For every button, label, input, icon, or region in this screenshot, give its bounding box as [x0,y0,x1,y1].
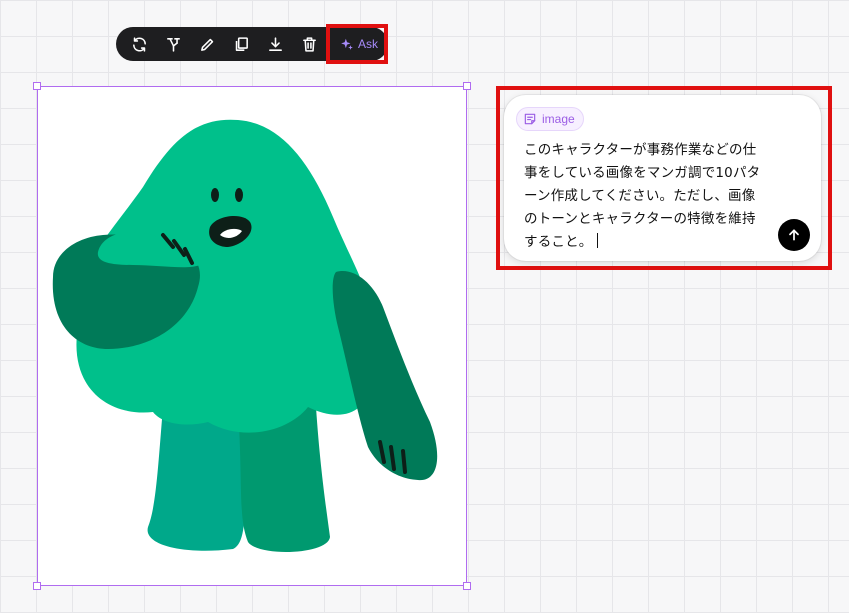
fork-icon [166,37,180,52]
note-icon [524,113,536,125]
resize-handle-br[interactable] [463,582,471,590]
refresh-icon [132,36,146,52]
download-button[interactable] [258,27,292,61]
resize-handle-bl[interactable] [33,582,41,590]
prompt-text: このキャラクターが事務作業などの仕事をしている画像をマンガ調で10パターン作成し… [524,142,761,250]
pencil-icon [200,38,213,51]
prompt-input[interactable]: このキャラクターが事務作業などの仕事をしている画像をマンガ調で10パターン作成し… [524,139,766,254]
character-image [52,119,438,553]
download-icon [268,36,282,51]
text-caret [596,233,598,248]
arrow-up-icon [789,229,799,241]
right-eye [235,188,243,202]
trash-icon [302,36,316,52]
ask-button[interactable]: Ask [333,31,385,57]
selected-image-frame[interactable] [33,82,471,590]
image-chip[interactable]: image [516,107,584,131]
left-eye [211,188,219,202]
resize-handle-tr[interactable] [463,82,471,90]
delete-button[interactable] [292,27,326,61]
sparkle-icon [341,38,353,50]
copy-icon [235,36,248,51]
chip-label: image [542,112,575,126]
prompt-card: image このキャラクターが事務作業などの仕事をしている画像をマンガ調で10パ… [504,95,821,261]
send-button[interactable] [778,219,810,251]
duplicate-button[interactable] [224,27,258,61]
resize-handle-tl[interactable] [33,82,41,90]
variation-button[interactable] [156,27,190,61]
edit-button[interactable] [190,27,224,61]
regenerate-button[interactable] [122,27,156,61]
ask-label: Ask [357,37,378,51]
